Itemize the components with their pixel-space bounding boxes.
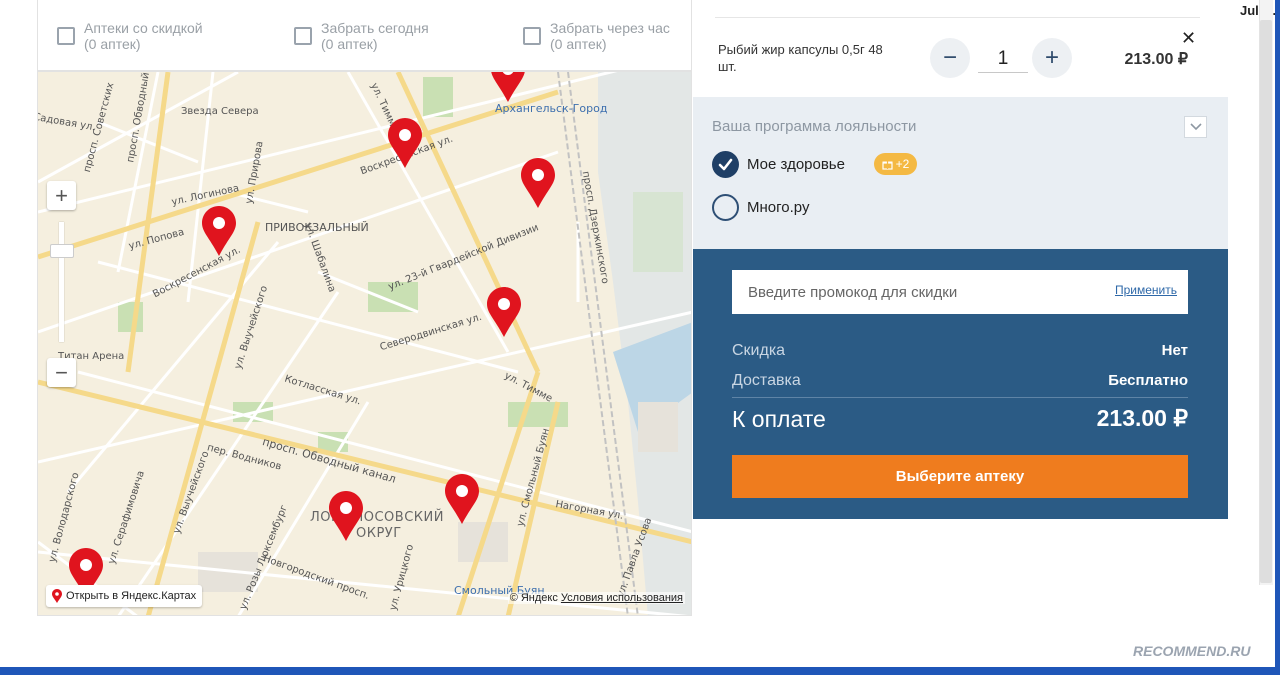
gift-icon	[882, 160, 893, 170]
discount-value: Нет	[1161, 342, 1188, 359]
pharmacy-pin-4[interactable]	[202, 206, 236, 256]
scrollbar-thumb[interactable]	[1260, 20, 1272, 583]
total-value: 213.00 ₽	[1096, 405, 1188, 431]
quantity-increase-button[interactable]: +	[1032, 38, 1072, 78]
pharmacy-pin-3[interactable]	[521, 158, 555, 208]
window-frame-bottom	[0, 667, 1280, 675]
map-label-privokz: ПРИВОКЗАЛЬНЫЙ	[265, 221, 369, 234]
quantity-decrease-button[interactable]: −	[930, 38, 970, 78]
pharmacy-pin-7[interactable]	[329, 491, 363, 541]
bonus-value: +2	[895, 157, 910, 171]
filter-today-label: Забрать сегодня	[321, 20, 429, 36]
pharmacy-pin-5[interactable]	[487, 287, 521, 337]
delivery-label: Доставка	[732, 372, 801, 389]
watermark: RECOMMEND.RU	[1133, 643, 1251, 659]
map-copyright: © Яндекс Условия использования	[507, 592, 685, 604]
loyalty-radio-moe-zdorovie[interactable]	[712, 151, 739, 178]
map-label-arkh-gorod: Архангельск-Город	[495, 102, 608, 115]
product-price: 213.00 ₽	[1124, 51, 1188, 68]
window-frame-right	[1275, 0, 1280, 675]
product-name: Рыбий жир капсулы 0,5г 48 шт.	[718, 42, 883, 74]
promo-code-input[interactable]	[748, 270, 1088, 314]
total-label: К оплате	[732, 406, 826, 432]
promo-apply-link[interactable]: Применить	[1115, 283, 1177, 297]
filter-today-checkbox[interactable]	[294, 27, 312, 45]
delivery-row: Доставка Бесплатно	[732, 372, 1188, 390]
discount-row: Скидка Нет	[732, 342, 1188, 360]
pharmacy-pin-1[interactable]	[491, 71, 525, 102]
delivery-value: Бесплатно	[1108, 372, 1188, 389]
promo-box: Применить	[732, 270, 1188, 314]
choose-pharmacy-button[interactable]: Выберите аптеку	[732, 455, 1188, 498]
open-in-yandex-maps-label: Открыть в Яндекс.Картах	[66, 590, 197, 602]
map-terms-link[interactable]: Условия использования	[561, 592, 683, 604]
pharmacy-filters: Аптеки со скидкой (0 аптек) Забрать сего…	[37, 0, 692, 71]
loyalty-label-moe-zdorovie: Мое здоровье	[747, 156, 845, 173]
pharmacy-pin-6[interactable]	[445, 474, 479, 524]
zoom-slider-handle[interactable]	[50, 244, 74, 258]
checkmark-icon	[718, 158, 733, 171]
summary-divider	[732, 397, 1188, 398]
chevron-down-icon	[1189, 123, 1202, 131]
filter-discount-checkbox[interactable]	[57, 27, 75, 45]
bonus-badge: +2	[874, 153, 917, 175]
loyalty-collapse-button[interactable]	[1184, 116, 1207, 138]
open-in-yandex-maps-link[interactable]: Открыть в Яндекс.Картах	[46, 585, 203, 607]
filter-hour[interactable]: Забрать через час (0 аптек)	[523, 20, 670, 52]
filter-today[interactable]: Забрать сегодня (0 аптек)	[294, 20, 429, 52]
zoom-in-button[interactable]: +	[47, 181, 76, 210]
cart-item: Рыбий жир капсулы 0,5г 48 шт. − 1 + 213.…	[693, 0, 1228, 97]
cart-item-divider	[715, 17, 1200, 18]
filter-today-count: (0 аптек)	[321, 36, 378, 52]
filter-hour-count: (0 аптек)	[550, 36, 607, 52]
loyalty-title: Ваша программа лояльности	[712, 118, 917, 135]
map-label-zvezda: Звезда Севера	[181, 106, 259, 117]
map-copyright-text: © Яндекс	[509, 592, 558, 604]
filter-discount[interactable]: Аптеки со скидкой (0 аптек)	[57, 20, 203, 52]
filter-hour-label: Забрать через час	[550, 20, 670, 36]
quantity-value[interactable]: 1	[978, 46, 1028, 73]
filter-discount-count: (0 аптек)	[84, 36, 141, 52]
order-summary: Применить Скидка Нет Доставка Бесплатно …	[693, 249, 1228, 519]
cart-panel: Рыбий жир капсулы 0,5г 48 шт. − 1 + 213.…	[693, 0, 1228, 519]
filter-hour-checkbox[interactable]	[523, 27, 541, 45]
discount-label: Скидка	[732, 342, 786, 359]
zoom-out-button[interactable]: −	[47, 358, 76, 387]
remove-item-icon[interactable]: ✕	[1181, 28, 1196, 49]
loyalty-section: Ваша программа лояльности Мое здоровье +…	[693, 97, 1228, 249]
filter-discount-label: Аптеки со скидкой	[84, 20, 203, 36]
loyalty-label-mnogo-ru: Много.ру	[747, 199, 810, 216]
pharmacy-pin-2[interactable]	[388, 118, 422, 168]
map-pin-icon	[52, 589, 62, 603]
pharmacy-map[interactable]: Звезда Севера Архангельск-Город ПРИВОКЗА…	[37, 71, 692, 616]
loyalty-radio-mnogo-ru[interactable]	[712, 194, 739, 221]
zoom-slider-track[interactable]	[59, 222, 64, 342]
